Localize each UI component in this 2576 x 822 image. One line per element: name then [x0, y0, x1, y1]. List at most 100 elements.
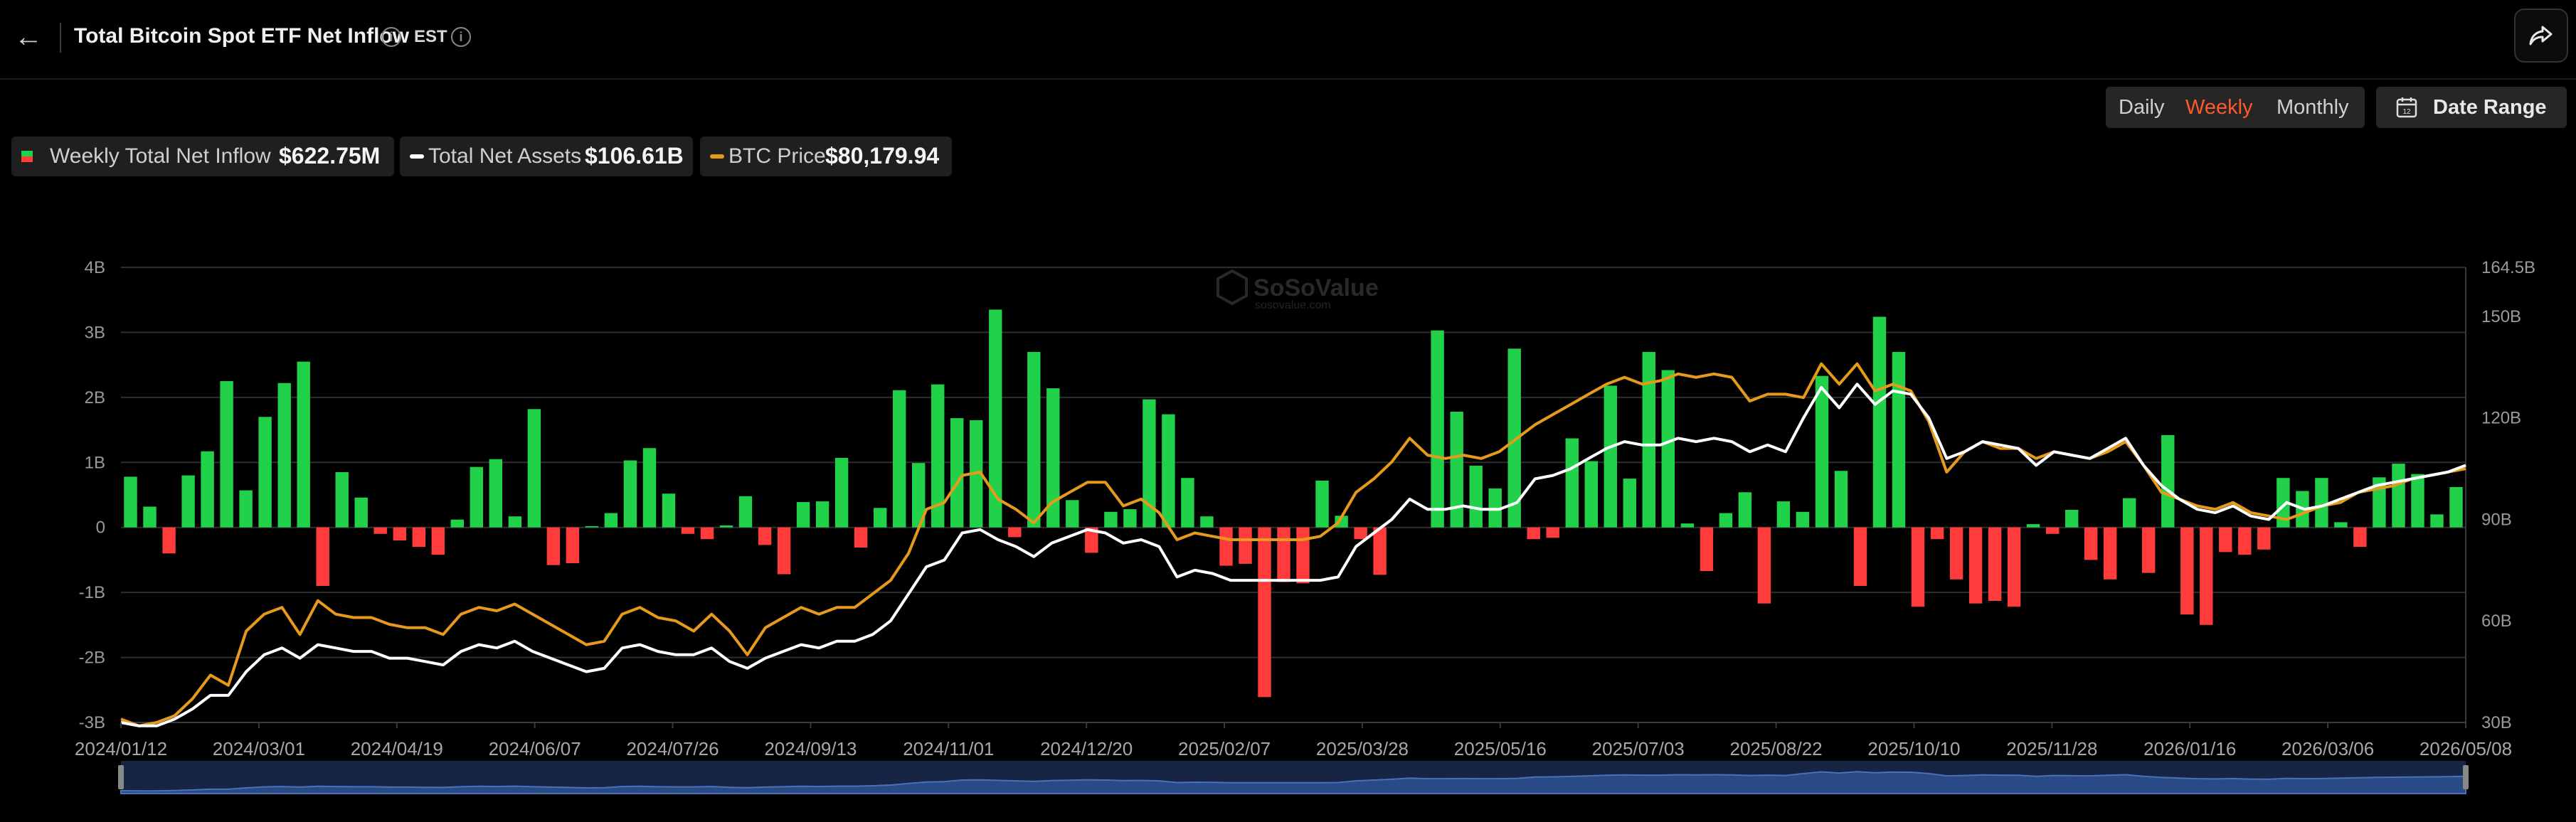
- inflow-bar: [1354, 527, 1367, 540]
- inflow-bar: [1162, 414, 1175, 528]
- inflow-bar: [258, 417, 272, 528]
- x-tick-label: 2025/07/03: [1592, 738, 1685, 759]
- inflow-bar: [470, 466, 483, 528]
- inflow-bar: [1623, 479, 1636, 528]
- x-tick-label: 2024/01/12: [75, 738, 167, 759]
- inflow-bar: [412, 527, 425, 548]
- inflow-bar: [1738, 492, 1752, 528]
- inflow-bar: [450, 519, 464, 528]
- watermark-brand: SoSoValue: [1253, 274, 1379, 301]
- x-tick-label: 2025/10/10: [1867, 738, 1960, 759]
- y-right-tick-label: 164.5B: [2481, 258, 2535, 277]
- inflow-bar: [1527, 527, 1540, 540]
- watermark-logo: SoSoValuesosovalue.com: [1217, 269, 1379, 311]
- inflow-bar: [1565, 438, 1579, 528]
- inflow-bar: [239, 490, 253, 528]
- inflow-bar: [1239, 527, 1252, 564]
- inflow-bar: [431, 527, 445, 555]
- inflow-bar: [316, 527, 329, 586]
- inflow-bar: [373, 527, 387, 534]
- inflow-bar: [1104, 511, 1118, 528]
- inflow-bar: [700, 527, 714, 540]
- inflow-bar: [2142, 527, 2156, 573]
- x-tick-label: 2026/05/08: [2419, 738, 2512, 759]
- inflow-bar: [335, 472, 349, 528]
- range-handle-left[interactable]: [118, 765, 124, 789]
- inflow-bar: [489, 459, 502, 528]
- inflow-bar: [1642, 351, 1655, 528]
- inflow-bar: [2257, 527, 2271, 550]
- inflow-bar: [1450, 412, 1463, 528]
- inflow-bar: [201, 451, 214, 528]
- inflow-bar: [1930, 527, 1944, 540]
- inflow-bar: [1277, 527, 1290, 582]
- inflow-bar: [1584, 461, 1598, 528]
- inflow-bar: [719, 525, 733, 528]
- inflow-bar: [2334, 522, 2348, 528]
- inflow-bar: [508, 516, 522, 528]
- inflow-bar: [1892, 351, 1906, 528]
- inflow-bar: [1700, 527, 1714, 571]
- inflow-bar: [2315, 478, 2328, 528]
- x-tick-label: 2025/11/28: [2006, 738, 2097, 759]
- y-left-tick-label: 2B: [85, 388, 105, 407]
- inflow-bar: [181, 475, 195, 528]
- inflow-bar: [874, 508, 887, 528]
- inflow-bar: [1431, 330, 1444, 528]
- inflow-bar: [1258, 527, 1271, 698]
- inflow-bar: [1604, 385, 1617, 528]
- inflow-bar: [393, 527, 406, 540]
- inflow-bar: [1123, 509, 1137, 528]
- inflow-bar: [604, 513, 618, 528]
- x-tick-label: 2024/07/26: [626, 738, 719, 759]
- inflow-bar: [2065, 510, 2079, 528]
- inflow-bar: [1373, 527, 1387, 575]
- inflow-bar: [2046, 527, 2060, 534]
- inflow-bar: [642, 448, 657, 528]
- y-left-tick-label: 1B: [85, 453, 105, 472]
- inflow-bar: [2238, 527, 2252, 555]
- inflow-bar: [2123, 498, 2136, 528]
- inflow-bar: [2084, 527, 2098, 560]
- inflow-bar: [623, 460, 637, 528]
- x-tick-label: 2025/02/07: [1178, 738, 1271, 759]
- inflow-bar: [2430, 514, 2444, 528]
- inflow-bar: [796, 502, 810, 528]
- y-right-tick-label: 150B: [2481, 307, 2521, 326]
- x-tick-label: 2026/03/06: [2281, 738, 2374, 759]
- range-handle-right[interactable]: [2463, 765, 2469, 789]
- inflow-bar: [1469, 465, 1483, 528]
- inflow-bar: [1796, 511, 1810, 528]
- y-left-tick-label: -2B: [79, 648, 105, 668]
- inflow-bar: [546, 527, 561, 565]
- inflow-bar: [527, 409, 541, 528]
- x-tick-label: 2024/04/19: [351, 738, 443, 759]
- inflow-bar: [2411, 474, 2424, 528]
- inflow-bar: [2161, 434, 2175, 528]
- y-right-tick-label: 60B: [2481, 612, 2512, 631]
- x-tick-label: 2024/11/01: [903, 738, 994, 759]
- inflow-bar: [1315, 480, 1329, 528]
- inflow-bar: [1719, 513, 1733, 528]
- inflow-bar: [2007, 527, 2021, 607]
- inflow-bar: [1949, 527, 1963, 580]
- x-tick-label: 2025/05/16: [1454, 738, 1547, 759]
- inflow-bar: [2200, 527, 2213, 625]
- y-left-tick-label: 4B: [85, 258, 105, 277]
- inflow-bar: [162, 527, 176, 554]
- x-tick-label: 2024/06/07: [489, 738, 581, 759]
- y-right-tick-label: 120B: [2481, 409, 2521, 428]
- y-right-tick-label: 30B: [2481, 713, 2512, 732]
- inflow-bar: [566, 527, 580, 563]
- inflow-bar: [1219, 527, 1233, 566]
- x-tick-label: 2025/03/28: [1316, 738, 1409, 759]
- inflow-bar: [1988, 527, 2002, 601]
- inflow-bar: [1815, 375, 1829, 528]
- inflow-bar: [758, 527, 772, 545]
- y-right-tick-label: 90B: [2481, 510, 2512, 529]
- x-tick-label: 2026/01/16: [2143, 738, 2236, 759]
- inflow-bar: [143, 506, 157, 528]
- inflow-bar: [2449, 487, 2463, 528]
- y-left-tick-label: 0: [96, 518, 105, 538]
- inflow-bar: [893, 390, 906, 528]
